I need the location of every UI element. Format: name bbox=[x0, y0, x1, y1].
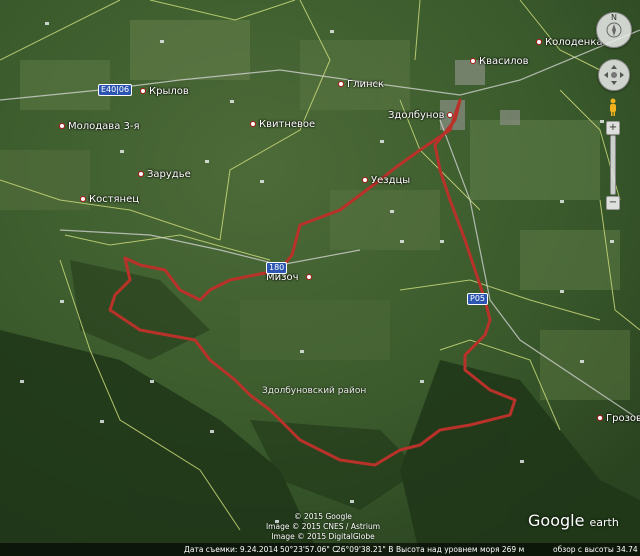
place-dot-icon bbox=[470, 58, 476, 64]
status-eye-altitude: обзор с высоты 34.74 км bbox=[553, 545, 640, 554]
place-dot-icon bbox=[536, 39, 542, 45]
place-uezdtsy: Уездцы bbox=[362, 175, 410, 186]
place-dot-icon bbox=[80, 196, 86, 202]
place-kvasilov: Квасилов bbox=[470, 56, 529, 67]
place-glinsk: Глинск bbox=[338, 79, 384, 90]
place-dot-icon bbox=[338, 81, 344, 87]
compass-control[interactable]: N bbox=[596, 12, 632, 48]
place-grozov: Грозов bbox=[597, 413, 640, 424]
place-kostyanets: Костянец bbox=[80, 194, 139, 205]
place-dot-icon bbox=[306, 274, 313, 280]
compass-icon bbox=[606, 22, 622, 38]
pegman-icon[interactable] bbox=[608, 98, 618, 116]
status-date: Дата съемки: 9.24.2014 bbox=[184, 545, 278, 554]
road-shield-p05: P05 bbox=[467, 293, 489, 305]
road-shield-e40: E40|06 bbox=[98, 84, 133, 96]
place-zdolbunov: Здолбунов bbox=[388, 110, 456, 121]
zoom-in-button[interactable]: + bbox=[606, 121, 620, 135]
place-dot-icon bbox=[362, 177, 368, 183]
status-latitude: 50°23'57.06" С bbox=[280, 545, 338, 554]
road-shield-180: 180 bbox=[266, 262, 288, 274]
place-krylov: Крылов bbox=[140, 86, 189, 97]
look-control[interactable] bbox=[598, 59, 630, 91]
logo-brand: Google bbox=[528, 511, 585, 530]
place-dot-icon bbox=[250, 121, 256, 127]
place-dot-icon bbox=[59, 123, 65, 129]
place-kvitnevoe: Квитневое bbox=[250, 119, 315, 130]
pegman-figure-icon bbox=[610, 98, 616, 116]
status-elevation: Высота над уровнем моря 269 м bbox=[396, 545, 525, 554]
place-dot-icon bbox=[447, 112, 454, 118]
status-longitude: 26°09'38.21" В bbox=[336, 545, 394, 554]
google-earth-logo: Google earth bbox=[528, 511, 619, 530]
copyright-line: © 2015 Google bbox=[294, 512, 352, 521]
place-zarudye: Зарудье bbox=[138, 169, 191, 180]
place-dot-icon bbox=[138, 171, 144, 177]
zoom-out-button[interactable]: − bbox=[606, 196, 620, 210]
logo-product: earth bbox=[589, 516, 619, 529]
copyright-block: © 2015 Google Image © 2015 CNES / Astriu… bbox=[258, 512, 388, 542]
place-moldava: Молодава 3-я bbox=[59, 121, 139, 132]
district-label: Здолбуновский район bbox=[262, 386, 367, 396]
map-view[interactable]: Колоденка Квасилов Крылов Глинск Молодав… bbox=[0, 0, 640, 556]
satellite-terrain bbox=[0, 0, 640, 556]
place-kolodenka: Колоденка bbox=[536, 37, 603, 48]
place-dot-icon bbox=[597, 415, 603, 421]
place-dot-icon bbox=[140, 88, 146, 94]
copyright-line: Image © 2015 CNES / Astrium bbox=[265, 522, 381, 531]
copyright-line: Image © 2015 DigitalGlobe bbox=[271, 532, 375, 541]
zoom-slider[interactable] bbox=[610, 135, 616, 195]
look-arrows-icon bbox=[604, 65, 624, 85]
status-bar: Дата съемки: 9.24.2014 50°23'57.06" С 26… bbox=[0, 543, 640, 556]
